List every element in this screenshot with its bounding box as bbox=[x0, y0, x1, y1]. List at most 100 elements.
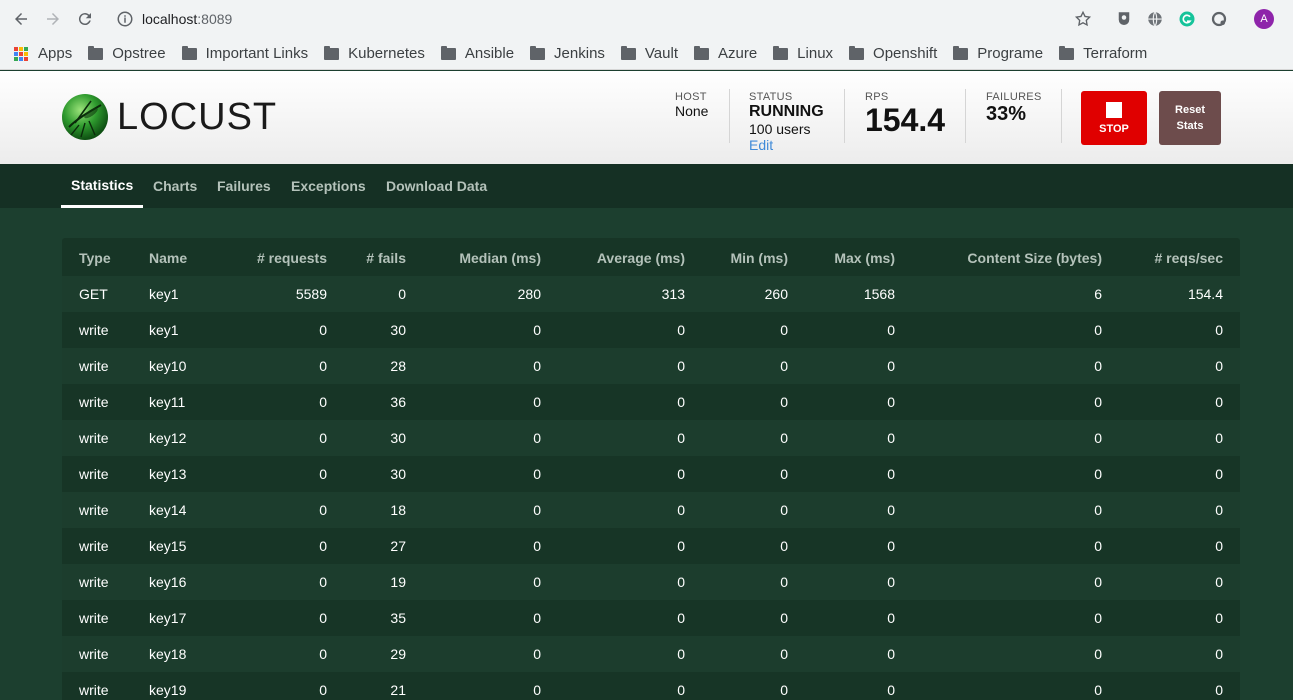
cell-requests: 0 bbox=[319, 574, 327, 590]
bookmark-vault[interactable]: Vault bbox=[620, 45, 678, 62]
cell-requests: 0 bbox=[319, 358, 327, 374]
cell-content-size: 0 bbox=[1094, 358, 1102, 374]
bookmark-programe[interactable]: Programe bbox=[953, 45, 1043, 62]
cell-name: key1 bbox=[149, 322, 179, 338]
cell-reqs-per-sec: 0 bbox=[1215, 322, 1223, 338]
cell-content-size: 0 bbox=[1094, 682, 1102, 698]
grammarly-icon[interactable] bbox=[1177, 9, 1197, 29]
cell-min: 0 bbox=[780, 358, 788, 374]
cell-min: 0 bbox=[780, 538, 788, 554]
folder-icon bbox=[620, 45, 636, 60]
cell-content-size: 0 bbox=[1094, 502, 1102, 518]
cell-name: key13 bbox=[149, 466, 187, 482]
cell-content-size: 0 bbox=[1094, 322, 1102, 338]
cell-name: key10 bbox=[149, 358, 187, 374]
bookmark-apps[interactable]: Apps bbox=[14, 45, 72, 62]
cell-average: 313 bbox=[661, 286, 685, 302]
reset-label: Reset bbox=[1175, 104, 1205, 116]
cell-min: 0 bbox=[780, 322, 788, 338]
bookmark-azure[interactable]: Azure bbox=[693, 45, 758, 62]
bookmark-star-icon[interactable] bbox=[1073, 9, 1093, 29]
cell-requests: 0 bbox=[319, 466, 327, 482]
address-bar[interactable]: localhost:8089 bbox=[108, 4, 1108, 34]
column-header-min[interactable]: Min (ms) bbox=[692, 240, 788, 276]
bookmark-label: Kubernetes bbox=[348, 45, 425, 62]
cell-fails: 36 bbox=[390, 394, 406, 410]
cell-max: 0 bbox=[887, 322, 895, 338]
cell-min: 0 bbox=[780, 466, 788, 482]
bookmark-important-links[interactable]: Important Links bbox=[181, 45, 309, 62]
bookmark-kubernetes[interactable]: Kubernetes bbox=[324, 45, 425, 62]
cell-type: write bbox=[79, 682, 109, 698]
cell-content-size: 0 bbox=[1094, 466, 1102, 482]
column-header-average[interactable]: Average (ms) bbox=[552, 240, 685, 276]
bookmark-label: Terraform bbox=[1083, 45, 1148, 62]
column-header-requests[interactable]: # requests bbox=[227, 240, 327, 276]
cell-median: 0 bbox=[533, 430, 541, 446]
table-row: write key10 0 28 0 0 0 0 0 0 bbox=[62, 348, 1240, 384]
extension-shield-icon[interactable] bbox=[1114, 9, 1134, 29]
bookmark-ansible[interactable]: Ansible bbox=[440, 45, 514, 62]
cell-requests: 5589 bbox=[295, 286, 327, 302]
stop-icon bbox=[1106, 101, 1122, 118]
stats-table: Type Name # requests # fails Median (ms) Aver… bbox=[62, 238, 1240, 700]
cell-requests: 0 bbox=[319, 682, 327, 698]
cell-median: 280 bbox=[517, 286, 541, 302]
locust-logo: LOCUST bbox=[61, 93, 277, 141]
failures-value: 33% bbox=[986, 103, 1027, 125]
cell-type: write bbox=[79, 574, 109, 590]
bookmark-linux[interactable]: Linux bbox=[773, 45, 833, 62]
stop-button[interactable]: STOP bbox=[1081, 91, 1147, 145]
back-arrow-icon[interactable] bbox=[11, 9, 31, 29]
column-header-reqs-per-sec[interactable]: # reqs/sec bbox=[1112, 240, 1224, 276]
tab-failures[interactable]: Failures bbox=[217, 164, 271, 208]
edit-users-link[interactable]: Edit bbox=[749, 137, 824, 153]
column-header-fails[interactable]: # fails bbox=[337, 240, 406, 276]
extension-globe-icon[interactable] bbox=[1145, 9, 1165, 29]
logo-text: LOCUST bbox=[117, 95, 278, 138]
table-row: write key16 0 19 0 0 0 0 0 0 bbox=[62, 564, 1240, 600]
cell-max: 0 bbox=[887, 646, 895, 662]
cell-type: write bbox=[79, 538, 109, 554]
bookmark-label: Azure bbox=[717, 45, 758, 62]
cell-min: 0 bbox=[780, 502, 788, 518]
table-row: write key18 0 29 0 0 0 0 0 0 bbox=[62, 636, 1240, 672]
column-header-name[interactable]: Name bbox=[149, 240, 239, 276]
cell-max: 0 bbox=[887, 394, 895, 410]
bookmark-jenkins[interactable]: Jenkins bbox=[530, 45, 605, 62]
cell-max: 1568 bbox=[863, 286, 895, 302]
cell-median: 0 bbox=[533, 574, 541, 590]
forward-arrow-icon[interactable] bbox=[43, 9, 63, 29]
column-header-median[interactable]: Median (ms) bbox=[412, 240, 541, 276]
profile-avatar[interactable]: A bbox=[1254, 9, 1274, 29]
cell-median: 0 bbox=[533, 394, 541, 410]
reload-icon[interactable] bbox=[75, 9, 95, 29]
extension-sync-icon[interactable] bbox=[1209, 9, 1229, 29]
cell-average: 0 bbox=[677, 574, 685, 590]
column-header-content-size[interactable]: Content Size (bytes) bbox=[902, 240, 1102, 276]
bookmark-opstree[interactable]: Opstree bbox=[88, 45, 166, 62]
bookmark-terraform[interactable]: Terraform bbox=[1059, 45, 1147, 62]
info-icon[interactable] bbox=[116, 10, 134, 28]
tab-exceptions[interactable]: Exceptions bbox=[291, 164, 366, 208]
host-label: HOST bbox=[675, 91, 707, 103]
table-header-row: Type Name # requests # fails Median (ms) Aver… bbox=[62, 240, 1240, 276]
rps-stat: RPS 154.4 bbox=[865, 91, 945, 137]
table-row: write key11 0 36 0 0 0 0 0 0 bbox=[62, 384, 1240, 420]
tab-charts[interactable]: Charts bbox=[153, 164, 197, 208]
tab-download-data[interactable]: Download Data bbox=[386, 164, 487, 208]
tabs-bar: Statistics Charts Failures Exceptions Do… bbox=[0, 164, 1293, 208]
column-header-type[interactable]: Type bbox=[79, 240, 139, 276]
cell-median: 0 bbox=[533, 358, 541, 374]
cell-min: 260 bbox=[764, 286, 788, 302]
cell-average: 0 bbox=[677, 682, 685, 698]
cell-name: key15 bbox=[149, 538, 187, 554]
bookmark-openshift[interactable]: Openshift bbox=[849, 45, 937, 62]
reset-stats-button[interactable]: Reset Stats bbox=[1159, 91, 1221, 145]
cell-name: key1 bbox=[149, 286, 179, 302]
bookmark-label: Important Links bbox=[205, 45, 309, 62]
tab-statistics[interactable]: Statistics bbox=[61, 164, 144, 208]
column-header-max[interactable]: Max (ms) bbox=[792, 240, 895, 276]
cell-max: 0 bbox=[887, 538, 895, 554]
cell-reqs-per-sec: 0 bbox=[1215, 394, 1223, 410]
